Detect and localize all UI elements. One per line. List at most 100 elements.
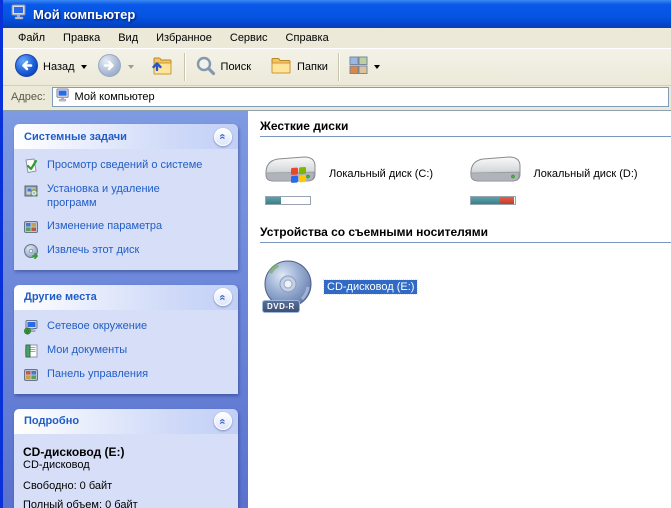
address-bar: Адрес: Мой компьютер (3, 86, 671, 111)
drive-c-usage-bar (265, 196, 311, 205)
other-places-title: Другие места (24, 291, 97, 304)
drive-d-item[interactable]: Локальный диск (D:) (467, 153, 671, 205)
menu-tools[interactable]: Сервис (221, 29, 277, 47)
views-button[interactable] (344, 54, 385, 80)
details-body: CD-дисковод (E:) CD-дисковод Свободно: 0… (14, 433, 238, 508)
menu-edit[interactable]: Правка (54, 29, 109, 47)
network-places-icon (23, 319, 40, 335)
hard-disk-icon (262, 156, 318, 193)
task-label: Изменение параметра (47, 219, 163, 232)
change-setting-icon (23, 219, 40, 235)
toolbar-separator (337, 53, 339, 81)
other-places-header[interactable]: Другие места » (14, 284, 238, 310)
other-places-body: Сетевое окружение Мои документы Панель у… (14, 309, 238, 394)
task-label: Мои документы (47, 343, 128, 356)
title-bar: Мой компьютер (3, 0, 671, 28)
drive-c-item[interactable]: Локальный диск (C:) (262, 153, 467, 205)
chevron-up-icon: » (216, 418, 229, 425)
back-label: Назад (43, 61, 75, 73)
explorer-body: Системные задачи » Просмотр сведений о с… (3, 111, 671, 508)
menu-help[interactable]: Справка (277, 29, 338, 47)
used-space-segment (266, 197, 282, 204)
my-computer-icon (11, 4, 27, 25)
group-hard-disks-title: Жесткие диски (260, 119, 671, 137)
folders-icon (269, 55, 293, 80)
forward-icon (97, 53, 122, 81)
task-pane-sidebar: Системные задачи » Просмотр сведений о с… (3, 111, 248, 508)
collapse-button[interactable]: » (214, 127, 232, 146)
back-button[interactable]: Назад (9, 51, 92, 83)
forward-dropdown-caret (127, 65, 134, 69)
used-space-segment (470, 197, 500, 204)
menu-bar: Файл Правка Вид Избранное Сервис Справка (3, 28, 671, 49)
toolbar-separator (183, 53, 185, 81)
address-label: Адрес: (11, 90, 46, 103)
cd-drive-visual: DVD-R (262, 259, 316, 315)
system-tasks-panel: Системные задачи » Просмотр сведений о с… (14, 124, 238, 270)
system-tasks-body: Просмотр сведений о системе Установка и … (14, 149, 238, 270)
views-icon (349, 56, 368, 78)
menu-view[interactable]: Вид (109, 29, 147, 47)
task-add-remove-programs[interactable]: Установка и удаление программ (23, 182, 233, 211)
folders-label: Папки (297, 61, 328, 73)
collapse-button[interactable]: » (214, 288, 232, 307)
chevron-up-icon: » (216, 133, 229, 140)
link-control-panel[interactable]: Панель управления (23, 367, 233, 383)
task-label: Установка и удаление программ (47, 183, 160, 210)
my-computer-icon (56, 88, 71, 105)
link-my-documents[interactable]: Мои документы (23, 343, 233, 359)
search-button[interactable]: Поиск (190, 53, 256, 82)
other-places-panel: Другие места » Сетевое окружение Мои док… (14, 284, 238, 394)
cd-drive-e-item[interactable]: DVD-R CD-дисковод (E:) (262, 259, 419, 315)
task-change-setting[interactable]: Изменение параметра (23, 219, 233, 235)
eject-disk-icon (23, 243, 40, 259)
task-label: Извлечь этот диск (47, 243, 140, 256)
chevron-up-icon: » (216, 294, 229, 301)
low-space-segment (499, 197, 515, 204)
forward-button[interactable] (92, 51, 139, 83)
up-button[interactable] (143, 52, 179, 83)
task-label: Панель управления (47, 367, 149, 380)
hard-disks-row: Локальный диск (C:) Локальный диск (D:) (260, 137, 671, 225)
details-total-size: Полный объем: 0 байт (23, 498, 138, 508)
back-dropdown-caret[interactable] (80, 65, 87, 69)
system-tasks-title: Системные задачи (24, 130, 127, 143)
details-free-space: Свободно: 0 байт (23, 479, 113, 492)
address-value: Мой компьютер (74, 90, 155, 103)
address-input[interactable]: Мой компьютер (51, 86, 669, 107)
menu-file[interactable]: Файл (9, 29, 54, 47)
search-label: Поиск (220, 61, 252, 73)
details-header[interactable]: Подробно » (14, 408, 238, 434)
link-network-places[interactable]: Сетевое окружение (23, 319, 233, 335)
folders-button[interactable]: Папки (264, 53, 333, 82)
drive-d-usage-bar (469, 196, 516, 205)
system-tasks-header[interactable]: Системные задачи » (14, 124, 238, 149)
views-dropdown-caret[interactable] (373, 65, 380, 69)
collapse-button[interactable]: » (214, 412, 232, 431)
details-item-type: CD-дисковод (23, 458, 90, 471)
task-label: Сетевое окружение (47, 319, 148, 332)
back-icon (14, 53, 39, 81)
details-item-name: CD-дисковод (E:) (23, 444, 125, 459)
system-info-icon (23, 158, 40, 174)
task-label: Просмотр сведений о системе (47, 159, 203, 171)
cd-drive-e-label[interactable]: CD-дисковод (E:) (322, 279, 419, 295)
add-remove-programs-icon (23, 182, 40, 198)
group-removable-title: Устройства со съемными носителями (260, 225, 671, 243)
task-view-system-info[interactable]: Просмотр сведений о системе (23, 158, 233, 174)
dvd-r-badge: DVD-R (262, 300, 300, 313)
explorer-window: Мой компьютер Файл Правка Вид Избранное … (0, 0, 671, 508)
task-eject-disk[interactable]: Извлечь этот диск (23, 243, 233, 259)
control-panel-icon (23, 367, 40, 383)
drive-d-label[interactable]: Локальный диск (D:) (534, 168, 638, 205)
search-icon (195, 55, 217, 80)
drive-c-visual (262, 153, 320, 205)
folder-up-icon (148, 54, 174, 81)
my-documents-icon (23, 343, 40, 359)
details-panel: Подробно » CD-дисковод (E:) CD-дисковод … (14, 408, 238, 508)
drive-c-label[interactable]: Локальный диск (C:) (329, 168, 433, 205)
details-title: Подробно (24, 415, 80, 428)
menu-favorites[interactable]: Избранное (147, 29, 221, 47)
hard-disk-icon (467, 156, 523, 193)
drive-d-visual (467, 153, 525, 205)
